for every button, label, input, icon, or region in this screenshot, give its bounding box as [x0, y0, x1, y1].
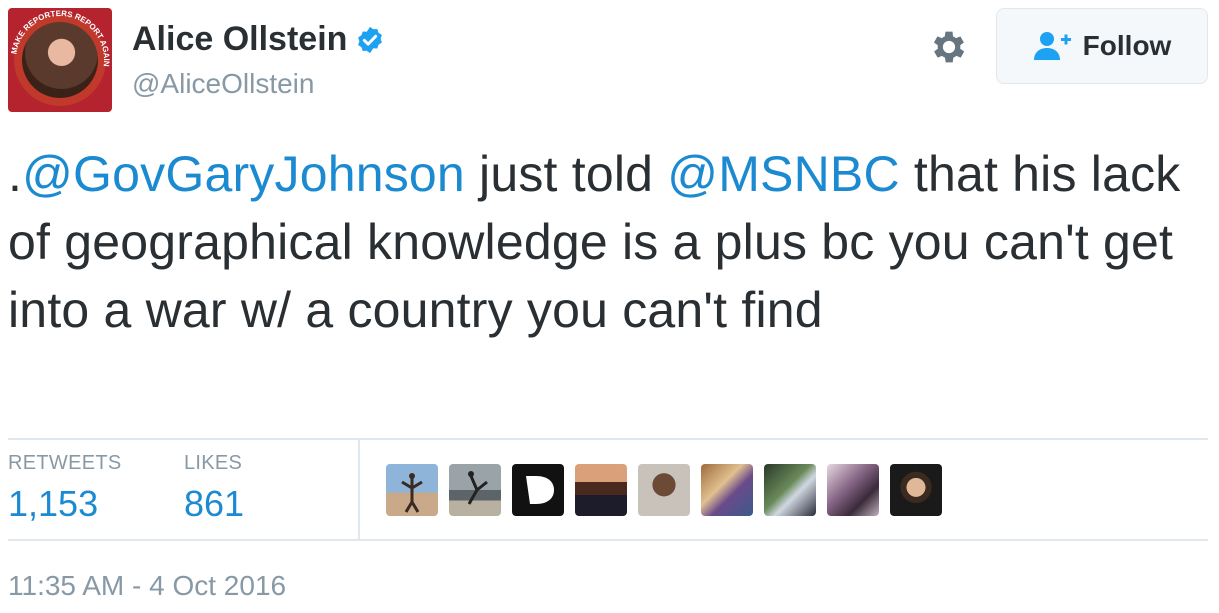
avatar-photo	[22, 22, 98, 98]
liker-avatars	[386, 464, 942, 516]
author-name-row: Alice Ollstein	[132, 20, 385, 59]
retweets-stat[interactable]: RETWEETS 1,153	[8, 452, 122, 525]
tweet-text-segment: .	[8, 146, 23, 202]
liker-avatar[interactable]	[575, 464, 627, 516]
verified-badge-icon	[358, 26, 383, 53]
mention-link-govgaryjohnson[interactable]: @GovGaryJohnson	[22, 146, 465, 202]
liker-avatar[interactable]	[764, 464, 816, 516]
gear-icon	[933, 31, 965, 63]
liker-avatar[interactable]	[449, 464, 501, 516]
likes-stat[interactable]: LIKES 861	[184, 452, 244, 525]
likes-label: LIKES	[184, 452, 243, 474]
stats-bottom-divider	[8, 539, 1208, 541]
likes-count: 861	[184, 483, 245, 524]
tweet-text: .@GovGaryJohnson just told @MSNBC that h…	[8, 140, 1208, 344]
tweet-text-segment: just told	[464, 146, 668, 202]
stats-vertical-divider	[358, 440, 360, 539]
retweets-label: RETWEETS	[8, 452, 122, 474]
tweet-timestamp[interactable]: 11:35 AM - 4 Oct 2016	[8, 570, 286, 602]
liker-avatar[interactable]	[890, 464, 942, 516]
liker-avatar[interactable]	[512, 464, 564, 516]
settings-gear-button[interactable]	[928, 26, 970, 68]
liker-avatar[interactable]	[827, 464, 879, 516]
add-user-icon	[1033, 32, 1071, 60]
liker-avatar[interactable]	[386, 464, 438, 516]
author-avatar[interactable]: MAKE REPORTERS REPORT AGAIN	[8, 8, 112, 112]
follow-button-label: Follow	[1082, 30, 1172, 61]
author-handle[interactable]: @AliceOllstein	[132, 68, 314, 100]
liker-avatar[interactable]	[701, 464, 753, 516]
follow-button[interactable]: Follow	[996, 8, 1208, 84]
mention-link-msnbc[interactable]: @MSNBC	[667, 146, 900, 202]
liker-avatar[interactable]	[638, 464, 690, 516]
retweets-count: 1,153	[8, 483, 99, 524]
stats-top-divider	[8, 438, 1208, 440]
author-name[interactable]: Alice Ollstein	[132, 20, 347, 59]
